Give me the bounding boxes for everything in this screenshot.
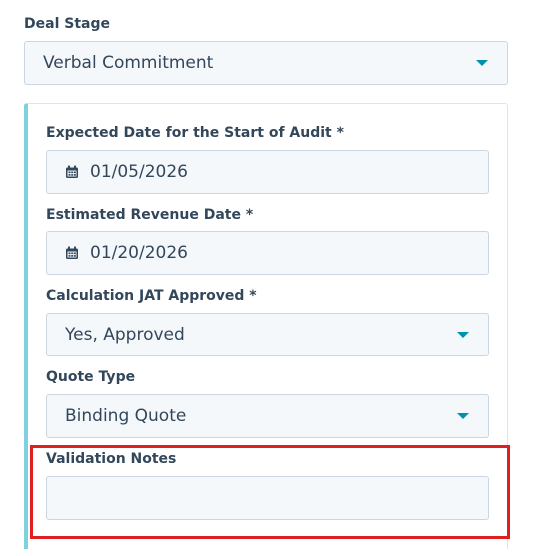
audit-start-date-input[interactable]: 01/05/2026 [46,150,489,194]
audit-start-date-value: 01/05/2026 [90,162,188,182]
deal-stage-select[interactable]: Verbal Commitment [24,41,508,85]
jat-approved-select[interactable]: Yes, Approved [46,313,489,356]
quote-type-select[interactable]: Binding Quote [46,394,489,438]
quote-type-label: Quote Type [46,369,136,385]
calendar-icon [66,165,78,178]
revenue-date-label: Estimated Revenue Date * [46,207,254,223]
quote-type-value: Binding Quote [65,406,187,426]
jat-approved-label: Calculation JAT Approved * [46,288,257,304]
revenue-date-value: 01/20/2026 [90,243,188,263]
calendar-icon [66,246,78,259]
revenue-date-input[interactable]: 01/20/2026 [46,231,489,275]
validation-notes-input[interactable] [46,476,489,520]
deal-stage-value: Verbal Commitment [43,53,214,73]
chevron-down-icon [457,413,469,419]
chevron-down-icon [476,60,488,66]
validation-notes-label: Validation Notes [46,451,177,467]
deal-stage-label: Deal Stage [24,16,110,32]
audit-start-label: Expected Date for the Start of Audit * [46,125,344,141]
chevron-down-icon [457,331,469,338]
jat-approved-value: Yes, Approved [65,324,185,345]
